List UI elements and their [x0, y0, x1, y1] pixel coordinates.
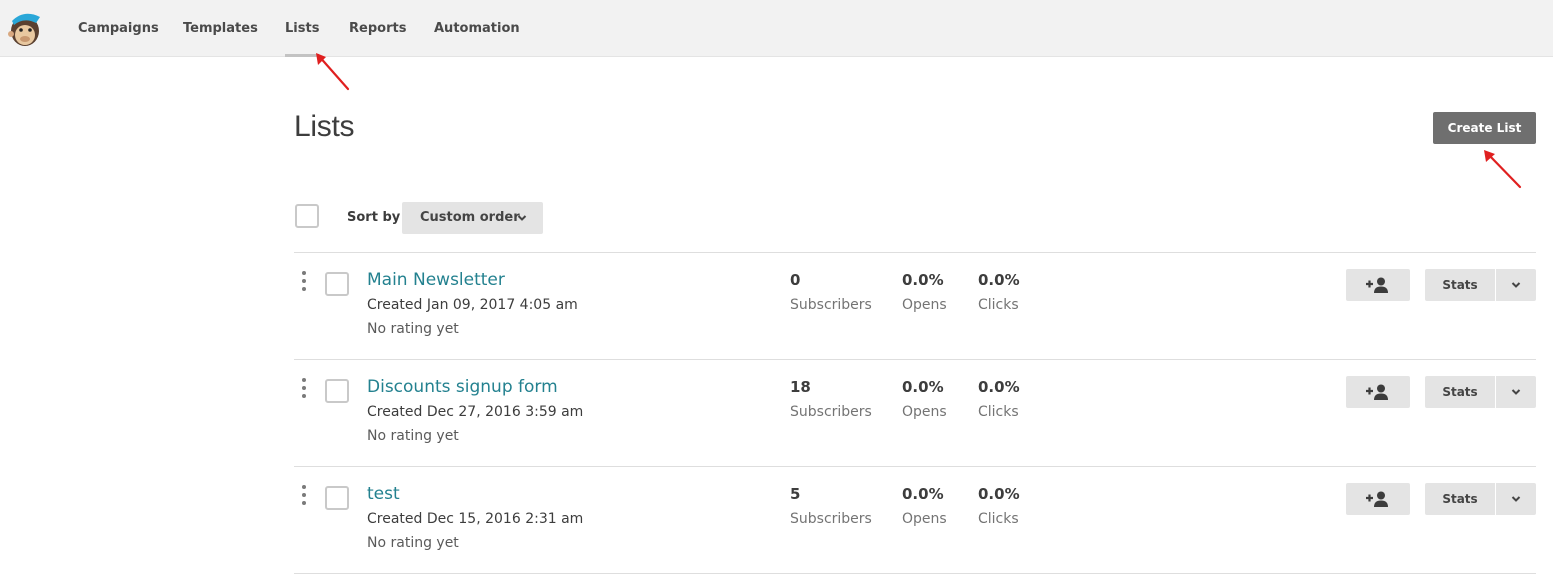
opens-label: Opens — [902, 511, 947, 527]
list-created-date: Created Jan 09, 2017 4:05 am — [367, 297, 578, 313]
sort-by-label: Sort by — [347, 210, 401, 225]
list-row: test Created Dec 15, 2016 2:31 am No rat… — [0, 466, 1553, 573]
top-navigation: Campaigns Templates Lists Reports Automa… — [0, 0, 1553, 57]
drag-handle-icon[interactable] — [302, 271, 306, 293]
add-subscriber-button[interactable] — [1346, 269, 1410, 301]
mailchimp-logo-icon[interactable] — [6, 9, 44, 49]
clicks-rate: 0.0% — [978, 378, 1020, 396]
drag-handle-icon[interactable] — [302, 378, 306, 400]
list-created-date: Created Dec 15, 2016 2:31 am — [367, 511, 584, 527]
select-all-checkbox[interactable] — [295, 204, 319, 228]
subscribers-count: 5 — [790, 485, 801, 503]
sort-order-dropdown[interactable]: Custom order — [402, 202, 543, 234]
divider — [294, 573, 1536, 574]
row-checkbox[interactable] — [325, 486, 349, 510]
row-checkbox[interactable] — [325, 379, 349, 403]
add-subscriber-button[interactable] — [1346, 376, 1410, 408]
clicks-label: Clicks — [978, 404, 1019, 420]
add-user-icon — [1366, 491, 1388, 507]
clicks-label: Clicks — [978, 297, 1019, 313]
clicks-label: Clicks — [978, 511, 1019, 527]
nav-reports[interactable]: Reports — [349, 0, 406, 57]
create-list-button[interactable]: Create List — [1433, 112, 1536, 144]
list-rating: No rating yet — [367, 321, 459, 337]
annotation-arrow-icon — [1484, 150, 1522, 189]
opens-rate: 0.0% — [902, 271, 944, 289]
opens-rate: 0.0% — [902, 485, 944, 503]
subscribers-count: 18 — [790, 378, 811, 396]
chevron-down-icon — [1511, 389, 1521, 395]
page-title: Lists — [294, 110, 355, 143]
row-checkbox[interactable] — [325, 272, 349, 296]
list-rating: No rating yet — [367, 535, 459, 551]
add-subscriber-button[interactable] — [1346, 483, 1410, 515]
chevron-down-icon — [1511, 496, 1521, 502]
sort-order-value: Custom order — [420, 210, 520, 225]
list-name-link[interactable]: test — [367, 484, 400, 504]
subscribers-label: Subscribers — [790, 297, 872, 313]
list-row: Main Newsletter Created Jan 09, 2017 4:0… — [0, 252, 1553, 359]
stats-button[interactable]: Stats — [1425, 269, 1495, 301]
list-created-date: Created Dec 27, 2016 3:59 am — [367, 404, 584, 420]
list-name-link[interactable]: Discounts signup form — [367, 377, 558, 397]
list-name-link[interactable]: Main Newsletter — [367, 270, 505, 290]
nav-templates[interactable]: Templates — [183, 0, 258, 57]
list-row: Discounts signup form Created Dec 27, 20… — [0, 359, 1553, 466]
opens-label: Opens — [902, 404, 947, 420]
chevron-down-icon — [517, 215, 527, 221]
subscribers-count: 0 — [790, 271, 801, 289]
stats-button[interactable]: Stats — [1425, 483, 1495, 515]
chevron-down-icon — [1511, 282, 1521, 288]
nav-campaigns[interactable]: Campaigns — [78, 0, 159, 57]
list-rating: No rating yet — [367, 428, 459, 444]
add-user-icon — [1366, 277, 1388, 293]
opens-rate: 0.0% — [902, 378, 944, 396]
nav-lists[interactable]: Lists — [285, 0, 320, 57]
stats-dropdown-button[interactable] — [1496, 483, 1536, 515]
stats-dropdown-button[interactable] — [1496, 376, 1536, 408]
nav-automation[interactable]: Automation — [434, 0, 520, 57]
subscribers-label: Subscribers — [790, 511, 872, 527]
stats-button[interactable]: Stats — [1425, 376, 1495, 408]
opens-label: Opens — [902, 297, 947, 313]
clicks-rate: 0.0% — [978, 485, 1020, 503]
add-user-icon — [1366, 384, 1388, 400]
subscribers-label: Subscribers — [790, 404, 872, 420]
stats-dropdown-button[interactable] — [1496, 269, 1536, 301]
clicks-rate: 0.0% — [978, 271, 1020, 289]
drag-handle-icon[interactable] — [302, 485, 306, 507]
